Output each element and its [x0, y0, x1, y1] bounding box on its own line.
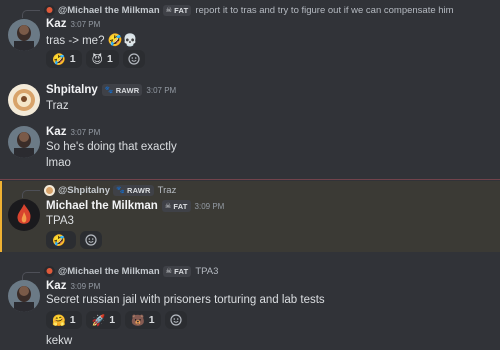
reply-preview[interactable]: @Shpitalny 🐾 RAWR Traz [44, 183, 176, 197]
reply-spine [22, 190, 40, 198]
message-text-followup: kekw [46, 335, 73, 347]
username[interactable]: Shpitalny [46, 84, 98, 96]
skull-icon: ☠ [164, 203, 172, 210]
reactions-bar: 🤣 1 😈 1 [46, 50, 145, 68]
reply-avatar [44, 184, 55, 196]
username[interactable]: Michael the Milkman [46, 200, 158, 212]
reactions-bar: 🤣 [46, 231, 102, 249]
reply-username[interactable]: @Michael the Milkman [58, 266, 160, 277]
skull-icon: ☠ [165, 7, 173, 14]
reply-text: Traz [157, 184, 177, 196]
username[interactable]: Kaz [46, 18, 66, 30]
add-reaction-icon [85, 234, 97, 246]
timestamp: 3:07 PM [146, 86, 177, 95]
avatar[interactable] [8, 126, 40, 158]
message-michael[interactable]: @Shpitalny 🐾 RAWR Traz Michael the Milkma… [0, 181, 500, 252]
role-tag: ☠ FAT [162, 265, 192, 277]
add-reaction-icon [170, 314, 182, 326]
reactions-bar: 🤗 1 🚀 1 🐻 1 [46, 311, 187, 329]
message-kaz-2[interactable]: Kaz 3:07 PM So he's doing that exactly l… [0, 124, 500, 174]
message-text: TPA3 [46, 215, 74, 227]
avatar[interactable] [8, 19, 40, 51]
message-kaz-1[interactable]: @Michael the Milkman ☠ FAT report it to t… [0, 0, 500, 70]
emoji-rofl: 🤣 [107, 33, 123, 47]
reply-spine [22, 272, 40, 280]
timestamp: 3:07 PM [70, 20, 101, 29]
paw-icon: 🐾 [116, 187, 125, 194]
reply-avatar [44, 265, 55, 277]
role-tag: 🐾 RAWR [113, 184, 154, 196]
message-header: Michael the Milkman ☠ FAT 3:09 PM [46, 200, 224, 213]
username[interactable]: Kaz [46, 126, 66, 138]
reaction-rocket[interactable]: 🚀 1 [85, 311, 122, 329]
message-shpitalny[interactable]: Shpitalny 🐾 RAWR 3:07 PM Traz [0, 82, 500, 118]
message-text-followup: lmao [46, 157, 71, 169]
reply-text: report it to tras and try to figure out … [195, 4, 454, 16]
reply-spine [22, 10, 40, 18]
reaction-hugging-face[interactable]: 🤗 1 [46, 311, 82, 329]
chat-message-list: @Michael the Milkman ☠ FAT report it to t… [0, 0, 500, 350]
message-kaz-3[interactable]: @Michael the Milkman ☠ FAT TPA3 Kaz 3:09 … [0, 262, 500, 350]
message-header: Kaz 3:07 PM [46, 18, 100, 30]
timestamp: 3:09 PM [70, 282, 101, 291]
avatar[interactable] [8, 84, 40, 116]
role-tag: 🐾 RAWR [101, 84, 143, 96]
reply-preview[interactable]: @Michael the Milkman ☠ FAT TPA3 [44, 264, 218, 278]
reaction-rofl[interactable]: 🤣 [46, 231, 76, 249]
reply-preview[interactable]: @Michael the Milkman ☠ FAT report it to t… [44, 3, 454, 17]
paw-icon: 🐾 [104, 87, 114, 94]
reaction-rofl[interactable]: 🤣 1 [46, 50, 82, 68]
message-text: Secret russian jail with prisoners tortu… [46, 294, 325, 306]
reply-username[interactable]: @Michael the Milkman [58, 5, 160, 16]
reply-avatar [44, 4, 55, 16]
reaction-smiling-imp[interactable]: 😈 1 [85, 50, 119, 68]
reaction-bear[interactable]: 🐻 1 [125, 311, 161, 329]
username[interactable]: Kaz [46, 280, 66, 292]
message-text: So he's doing that exactly [46, 141, 177, 153]
avatar[interactable] [8, 199, 40, 231]
message-header: Shpitalny 🐾 RAWR 3:07 PM [46, 84, 176, 97]
timestamp: 3:09 PM [194, 202, 225, 211]
message-header: Kaz 3:07 PM [46, 126, 100, 138]
new-messages-divider [0, 179, 500, 180]
avatar[interactable] [8, 280, 40, 312]
add-reaction-button[interactable] [122, 50, 145, 68]
skull-icon: ☠ [165, 268, 173, 275]
message-text: Traz [46, 100, 69, 112]
add-reaction-icon [128, 53, 140, 65]
reply-username[interactable]: @Shpitalny [58, 185, 110, 196]
message-header: Kaz 3:09 PM [46, 280, 100, 292]
add-reaction-button[interactable] [79, 231, 102, 249]
message-text: tras -> me? 🤣💀 [46, 33, 138, 47]
emoji-skull: 💀 [122, 33, 138, 47]
timestamp: 3:07 PM [70, 128, 101, 137]
reply-text: TPA3 [195, 265, 219, 277]
role-tag: ☠ FAT [161, 200, 191, 212]
add-reaction-button[interactable] [164, 311, 187, 329]
role-tag: ☠ FAT [162, 4, 192, 16]
